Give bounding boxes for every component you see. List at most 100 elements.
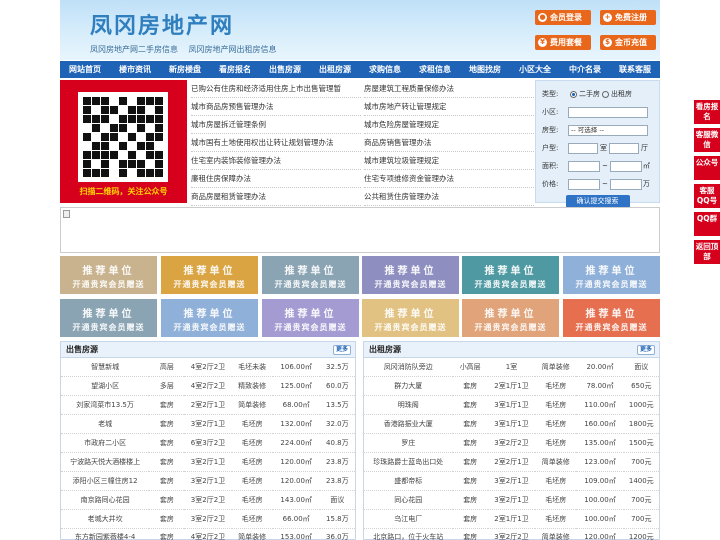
nav-home[interactable]: 网站首页 bbox=[60, 61, 110, 78]
listing-name[interactable]: 珍珠路爵士蓝岛出口处 bbox=[364, 452, 453, 472]
listing-name[interactable]: 罗庄 bbox=[364, 433, 453, 453]
recommended-unit-ad[interactable]: 推荐单位 开通贵宾会员赠送 bbox=[462, 299, 559, 337]
price-min-input[interactable] bbox=[568, 178, 600, 190]
radio-rent[interactable] bbox=[602, 90, 609, 98]
table-row[interactable]: 同心花园 套房 3室2厅1卫 毛坯房 100.00㎡ 700元 bbox=[364, 490, 659, 510]
listing-name[interactable]: 明珠阁 bbox=[364, 395, 453, 416]
nav-map-search[interactable]: 地图找房 bbox=[460, 61, 510, 78]
nav-agencies[interactable]: 中介名录 bbox=[560, 61, 610, 78]
table-row[interactable]: 老城 套房 3室2厅1卫 毛坯房 132.00㎡ 32.0万 bbox=[61, 414, 355, 435]
table-row[interactable]: 智慧新城 高层 4室2厅2卫 毛坯未装 106.00㎡ 32.5万 bbox=[61, 358, 355, 378]
recommended-unit-ad[interactable]: 推荐单位 开通贵宾会员赠送 bbox=[60, 256, 157, 294]
table-row[interactable]: 凤冈消防队旁边 小高层 1室 简单装修 20.00㎡ 面议 bbox=[364, 358, 659, 378]
site-logo[interactable]: 凤冈房地产网 bbox=[90, 8, 234, 40]
policy-link[interactable]: 廉租住房保障办法 bbox=[191, 170, 361, 188]
float-button[interactable]: QQ群 bbox=[694, 212, 720, 236]
table-row[interactable]: 宁波路天悦大酒楼楼上 套房 3室2厅1卫 毛坯房 120.00㎡ 23.8万 bbox=[61, 452, 355, 472]
recommended-unit-ad[interactable]: 推荐单位 开通贵宾会员赠送 bbox=[262, 299, 359, 337]
nav-viewing-signup[interactable]: 看房报名 bbox=[210, 61, 260, 78]
listing-name[interactable]: 乌江电厂 bbox=[364, 509, 453, 529]
community-input[interactable] bbox=[568, 106, 648, 118]
recommended-unit-ad[interactable]: 推荐单位 开通贵宾会员赠送 bbox=[563, 256, 660, 294]
table-row[interactable]: 添阳小区三幢住房12 套房 3室2厅1卫 毛坯房 120.00㎡ 23.8万 bbox=[61, 471, 355, 491]
listing-name[interactable]: 东方新园紫薇楼4-4 bbox=[61, 528, 150, 540]
table-row[interactable]: 盛都帝标 套房 3室2厅1卫 毛坯房 109.00㎡ 1400元 bbox=[364, 471, 659, 491]
table-row[interactable]: 珍珠路爵士蓝岛出口处 套房 2室2厅1卫 简单装修 123.00㎡ 700元 bbox=[364, 452, 659, 472]
listing-name[interactable]: 盛都帝标 bbox=[364, 471, 453, 491]
policy-link[interactable]: 城市商品房预售管理办法 bbox=[191, 98, 361, 116]
policy-link[interactable]: 城市国有土地使用权出让转让规划管理办法 bbox=[191, 134, 361, 152]
listing-name[interactable]: 北京路口，位于火车站 bbox=[364, 528, 453, 540]
listing-name[interactable]: 望湖小区 bbox=[61, 376, 150, 397]
size-max-input[interactable] bbox=[609, 160, 642, 172]
nav-for-rent[interactable]: 出租房源 bbox=[310, 61, 360, 78]
slogan-sale[interactable]: 凤冈房地产网二手房信息 bbox=[90, 45, 178, 54]
sale-more-button[interactable]: 更多 bbox=[332, 345, 351, 355]
table-row[interactable]: 群力大厦 套房 2室1厅1卫 毛坯房 78.00㎡ 650元 bbox=[364, 376, 659, 397]
nav-contact[interactable]: 联系客服 bbox=[610, 61, 660, 78]
table-row[interactable]: 刘家湾菜市13.5万 套房 2室2厅1卫 简单装修 68.00㎡ 13.5万 bbox=[61, 395, 355, 416]
size-min-input[interactable] bbox=[568, 160, 600, 172]
table-row[interactable]: 市政府二小区 套房 6室3厅2卫 毛坯房 224.00㎡ 40.8万 bbox=[61, 433, 355, 453]
float-button[interactable]: 返回顶部 bbox=[694, 240, 720, 264]
listing-name[interactable]: 市政府二小区 bbox=[61, 433, 150, 453]
recommended-unit-ad[interactable]: 推荐单位 开通贵宾会员赠送 bbox=[60, 299, 157, 337]
policy-link[interactable]: 城市建筑垃圾管理规定 bbox=[364, 152, 534, 170]
listing-name[interactable]: 宁波路天悦大酒楼楼上 bbox=[61, 452, 150, 472]
house-type-select[interactable]: -- 可选择 -- bbox=[568, 124, 648, 136]
recommended-unit-ad[interactable]: 推荐单位 开通贵宾会员赠送 bbox=[161, 256, 258, 294]
table-row[interactable]: 罗庄 套房 3室2厅2卫 毛坯房 135.00㎡ 1500元 bbox=[364, 433, 659, 453]
policy-link[interactable]: 住宅专项维修资金管理办法 bbox=[364, 170, 534, 188]
recommended-unit-ad[interactable]: 推荐单位 开通贵宾会员赠送 bbox=[563, 299, 660, 337]
listing-name[interactable]: 凤冈消防队旁边 bbox=[364, 358, 453, 378]
table-row[interactable]: 香港路振业大厦 套房 3室1厅1卫 毛坯房 160.00㎡ 1800元 bbox=[364, 414, 659, 435]
recommended-unit-ad[interactable]: 推荐单位 开通贵宾会员赠送 bbox=[362, 299, 459, 337]
nav-new-homes[interactable]: 新房楼盘 bbox=[160, 61, 210, 78]
listing-name[interactable]: 添阳小区三幢住房12 bbox=[61, 471, 150, 491]
policy-link[interactable]: 住宅室内装饰装修管理办法 bbox=[191, 152, 361, 170]
table-row[interactable]: 北京路口，位于火车站 套房 3室2厅2卫 简单装修 120.00㎡ 1200元 bbox=[364, 528, 659, 540]
listing-name[interactable]: 同心花园 bbox=[364, 490, 453, 510]
recommended-unit-ad[interactable]: 推荐单位 开通贵宾会员赠送 bbox=[462, 256, 559, 294]
rent-more-button[interactable]: 更多 bbox=[636, 345, 655, 355]
policy-link[interactable]: 房屋建筑工程质量保修办法 bbox=[364, 80, 534, 98]
table-row[interactable]: 老城大井坎 套房 3室2厅2卫 毛坯房 66.00㎡ 15.8万 bbox=[61, 509, 355, 529]
login-button[interactable]: ● 会员登录 bbox=[535, 10, 591, 25]
fee-plan-button[interactable]: ¥ 费用套餐 bbox=[535, 35, 591, 50]
float-button[interactable]: 公众号 bbox=[694, 156, 720, 180]
recharge-button[interactable]: $ 金币充值 bbox=[600, 35, 656, 50]
policy-link[interactable]: 公共租赁住房管理办法 bbox=[364, 188, 534, 206]
recommended-unit-ad[interactable]: 推荐单位 开通贵宾会员赠送 bbox=[362, 256, 459, 294]
radio-secondhand[interactable] bbox=[570, 90, 577, 98]
listing-name[interactable]: 老城 bbox=[61, 414, 150, 435]
float-button[interactable]: 客服微信 bbox=[694, 128, 720, 152]
nav-for-sale[interactable]: 出售房源 bbox=[260, 61, 310, 78]
listing-name[interactable]: 南京路同心花园 bbox=[61, 490, 150, 510]
nav-communities[interactable]: 小区大全 bbox=[510, 61, 560, 78]
nav-news[interactable]: 楼市资讯 bbox=[110, 61, 160, 78]
table-row[interactable]: 南京路同心花园 套房 3室2厅2卫 毛坯房 143.00㎡ 面议 bbox=[61, 490, 355, 510]
banner-image[interactable] bbox=[60, 207, 660, 253]
register-button[interactable]: + 免费注册 bbox=[600, 10, 656, 25]
recommended-unit-ad[interactable]: 推荐单位 开通贵宾会员赠送 bbox=[161, 299, 258, 337]
policy-link[interactable]: 城市房屋拆迁管理条例 bbox=[191, 116, 361, 134]
table-row[interactable]: 东方新园紫薇楼4-4 套房 4室2厅2卫 简单装修 153.00㎡ 36.0万 bbox=[61, 528, 355, 540]
room-select[interactable] bbox=[568, 142, 598, 154]
nav-want-buy[interactable]: 求购信息 bbox=[360, 61, 410, 78]
table-row[interactable]: 明珠阁 套房 3室1厅1卫 毛坯房 110.00㎡ 1000元 bbox=[364, 395, 659, 416]
table-row[interactable]: 望湖小区 多层 4室2厅2卫 精致装修 125.00㎡ 60.0万 bbox=[61, 376, 355, 397]
nav-want-rent[interactable]: 求租信息 bbox=[410, 61, 460, 78]
float-button[interactable]: 看房报名 bbox=[694, 100, 720, 124]
listing-name[interactable]: 智慧新城 bbox=[61, 358, 150, 378]
listing-name[interactable]: 群力大厦 bbox=[364, 376, 453, 397]
hall-select[interactable] bbox=[609, 142, 639, 154]
listing-name[interactable]: 老城大井坎 bbox=[61, 509, 150, 529]
listing-name[interactable]: 香港路振业大厦 bbox=[364, 414, 453, 435]
policy-link[interactable]: 商品房屋租赁管理办法 bbox=[191, 188, 361, 206]
float-button[interactable]: 客服QQ号 bbox=[694, 184, 720, 208]
policy-link[interactable]: 城市危险房屋管理规定 bbox=[364, 116, 534, 134]
recommended-unit-ad[interactable]: 推荐单位 开通贵宾会员赠送 bbox=[262, 256, 359, 294]
listing-name[interactable]: 刘家湾菜市13.5万 bbox=[61, 395, 150, 416]
price-max-input[interactable] bbox=[609, 178, 642, 190]
policy-link[interactable]: 已购公有住房和经济适用住房上市出售管理暂 bbox=[191, 80, 361, 98]
